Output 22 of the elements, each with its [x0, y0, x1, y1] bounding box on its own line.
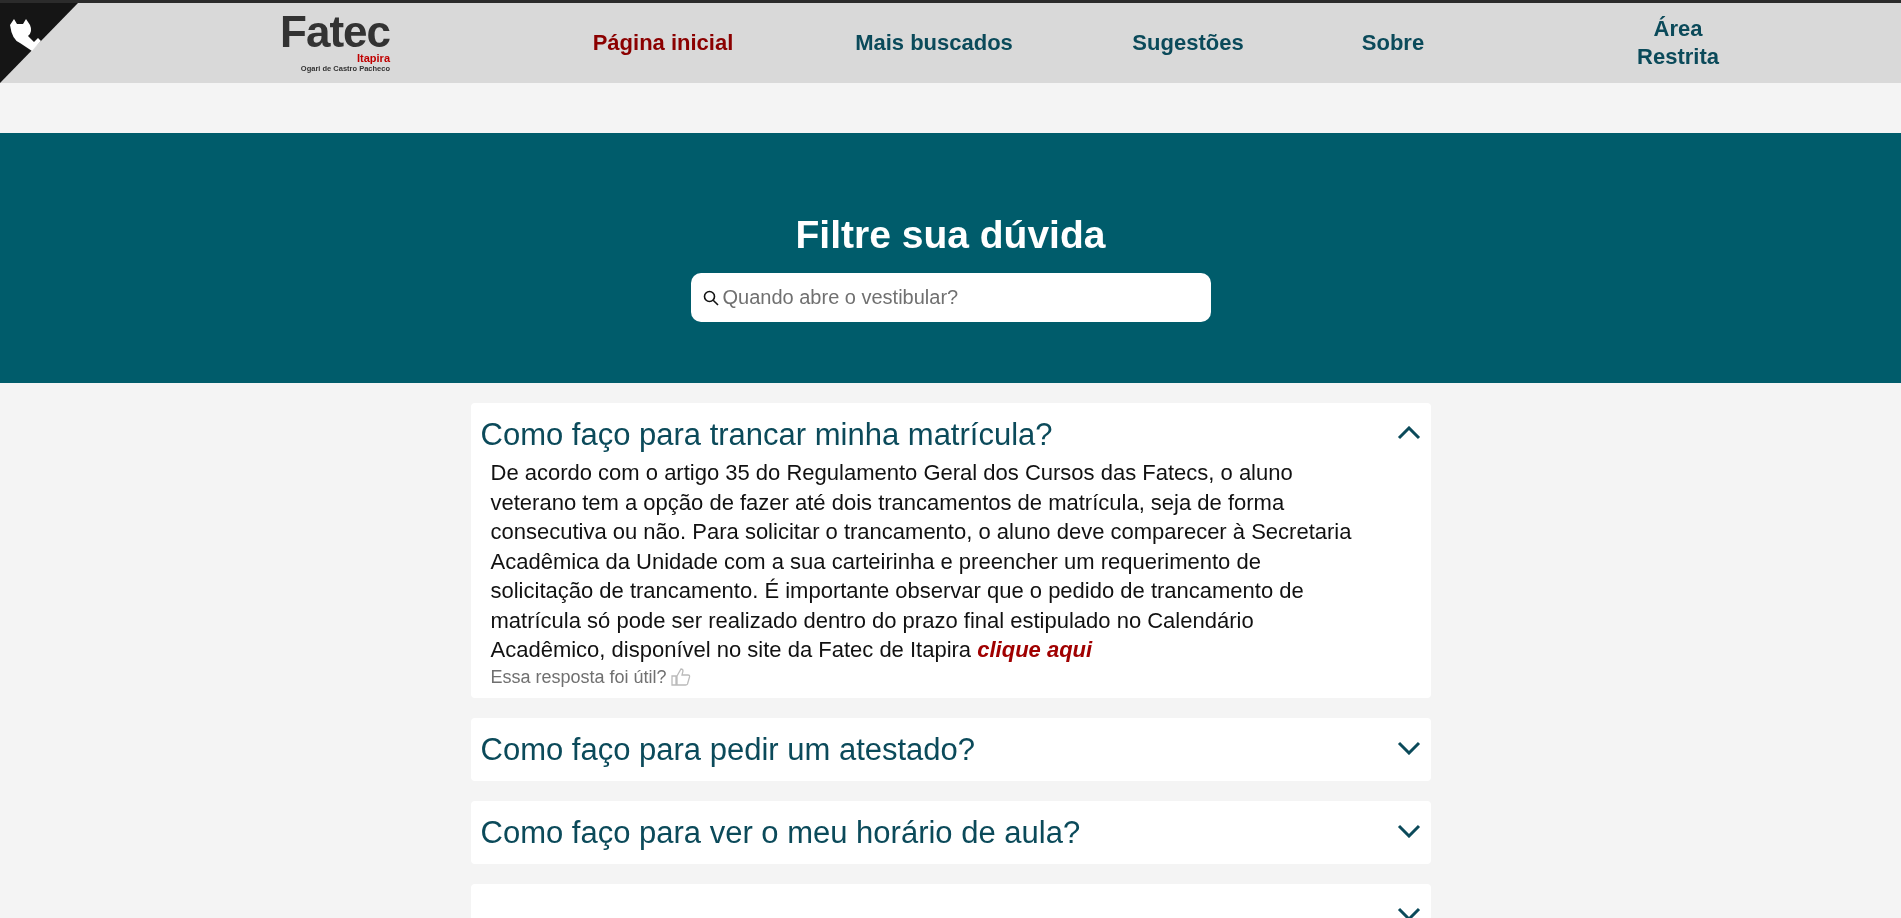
logo-name: Fatec	[280, 12, 390, 52]
corner-badge[interactable]	[0, 3, 78, 83]
chevron-down-icon[interactable]	[1396, 740, 1421, 755]
search-icon	[702, 290, 719, 306]
chevron-up-icon[interactable]	[1396, 426, 1421, 440]
nav-link[interactable]: Página inicial	[592, 29, 734, 57]
thumbs-up-icon[interactable]	[670, 668, 691, 686]
nav-link[interactable]: Sobre	[1361, 29, 1425, 57]
faq-question[interactable]: Como faço para pedir um atestado?	[480, 728, 976, 771]
logo-city: Itapira	[357, 52, 390, 64]
faq-question[interactable]: Como faço para ver o meu horário de aula?	[480, 811, 1081, 854]
feedback-question: Essa resposta foi útil?	[490, 666, 667, 688]
chevron-down-icon[interactable]	[1396, 906, 1421, 918]
search-field[interactable]: Quando abre o vestibular?	[690, 273, 1211, 322]
chevron-down-icon[interactable]	[1396, 823, 1421, 838]
faq-question[interactable]: Como faço para trancar minha matrícula?	[480, 414, 1053, 456]
link[interactable]: clique aqui	[977, 637, 1093, 662]
nav-link[interactable]: Área Restrita	[1637, 15, 1719, 71]
nav-link[interactable]: Mais buscados	[855, 29, 1013, 57]
nav-link[interactable]: Sugestões	[1132, 29, 1244, 57]
faq-answer: De acordo com o artigo 35 do Regulamento Geral dos Cursos das Fatecs, o aluno veterano tem a opção de fazer até dois trancamentos de matrícula, seja de forma consecutiva ou não. Para solicitar o trancamento, o aluno deve comparecer à Secretaria Acadêmica da Unidade com a sua carteirinha e preencher um requerimento de solicitação de trancamento. É importante observar que o pedido de trancamento de matrícula só pode ser realizado dentro do prazo final estipulado no Calendário Acadêmico, disponível no site da Fatec de Itapira clique aqui	[490, 459, 1353, 664]
hero-title: Filtre sua dúvida	[795, 213, 1106, 257]
